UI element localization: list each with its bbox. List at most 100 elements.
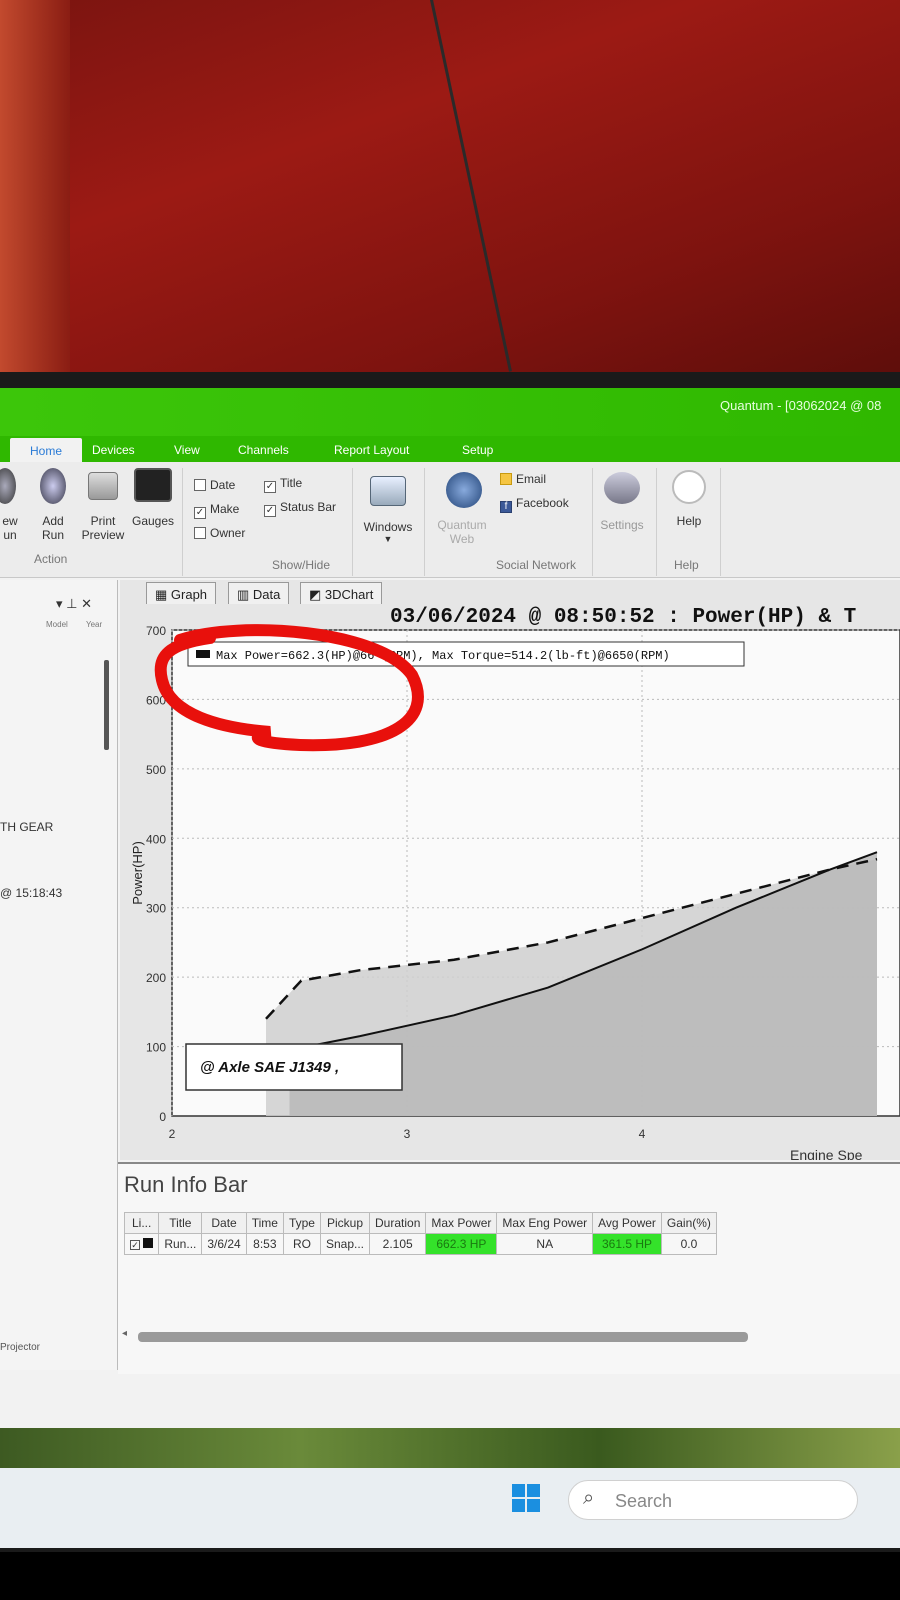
action-group-label: Action [34,552,68,566]
table-icon: ▥ [237,587,253,602]
table-row[interactable]: ✓ Run... 3/6/24 8:53 RO Snap... 2.105 662.3 HP… [123,1233,717,1255]
checkbox-status-bar[interactable]: ✓ Status Bar [264,500,336,517]
separator [352,468,353,576]
add-run-label: Add Run [41,514,64,542]
horizontal-scrollbar[interactable] [138,1332,748,1342]
ribbon: ew un Add Run Print Preview Gauges Actio… [0,462,900,578]
col-model[interactable]: Model [46,620,68,629]
column-header[interactable]: Type [282,1212,321,1234]
taskbar-search[interactable]: ⌕ Search [568,1480,858,1520]
column-header[interactable]: Duration [369,1212,427,1234]
email-button[interactable]: Email [500,472,546,486]
checkbox-date[interactable]: Date [194,478,235,492]
col-year[interactable]: Year [86,620,102,629]
column-header[interactable]: Max Power [425,1212,498,1234]
new-run-icon[interactable] [0,468,16,504]
taskbar: ⌕ Search [0,1468,900,1548]
facebook-button[interactable]: f Facebook [500,496,569,513]
email-icon [500,473,512,485]
tab-devices[interactable]: Devices [92,443,135,457]
app-window: Quantum - [03062024 @ 08 Home Devices Vi… [0,388,900,1548]
separator [592,468,593,576]
run-gear-label[interactable]: TH GEAR [0,820,53,834]
column-header[interactable]: Max Eng Power [496,1212,594,1234]
windows-icon[interactable] [370,476,406,506]
table-cell: 3/6/24 [201,1233,247,1255]
column-header[interactable]: Pickup [319,1212,371,1234]
y-tick-label: 100 [146,1041,166,1055]
title-bar: Quantum - [03062024 @ 08 [0,388,900,436]
x-axis-label: Engine Spe [790,1147,863,1160]
gauges-label: Gauges [131,514,175,528]
tab-report-layout[interactable]: Report Layout [334,443,409,457]
y-tick-label: 400 [146,832,166,846]
help-group-label: Help [674,558,699,572]
chart-title: 03/06/2024 @ 08:50:52 : Power(HP) & T [390,606,856,629]
globe-icon[interactable] [446,472,482,508]
print-preview-label: Print Preview [81,514,125,542]
add-run-icon[interactable] [40,468,66,504]
chevron-down-icon[interactable]: ▼ [380,534,396,544]
run-info-bar: Run Info Bar Li... Title Date Time Type Picku… [118,1162,900,1374]
red-circle-annotation [154,624,424,752]
projector-tab[interactable]: Projector [0,1342,40,1353]
search-icon: ⌕ [583,1487,595,1509]
wall-background [0,0,900,400]
tab-graph[interactable]: ▦ Graph [146,582,217,604]
social-group-label: Social Network [496,558,577,572]
separator [720,468,721,576]
help-icon[interactable] [672,470,706,504]
window-title: Quantum - [03062024 @ 08 [720,398,882,413]
separator [656,468,657,576]
tab-channels[interactable]: Channels [238,443,289,457]
runs-panel: ▾ ⊥ ✕ Model Year TH GEAR @ 15:18:43 Proj… [0,580,118,1370]
graph-icon: ▦ [155,587,171,602]
tab-home[interactable]: Home [10,438,83,462]
showhide-group-label: Show/Hide [272,558,331,572]
y-tick-label: 0 [159,1110,166,1124]
column-header[interactable]: Li... [123,1212,160,1234]
annotation-text: @ Axle SAE J1349 , [200,1059,339,1076]
y-tick-label: 300 [146,902,166,916]
windows-label[interactable]: Windows [358,520,418,534]
tab-view[interactable]: View [174,443,200,457]
scrollbar-thumb[interactable] [104,660,109,750]
settings-gear-icon[interactable] [604,472,640,504]
table-cell: 662.3 HP [425,1233,498,1255]
gauges-icon[interactable] [134,468,172,502]
tab-3dchart[interactable]: ◩ 3DChart [300,582,383,604]
photo-stage: { "window": { "title": "Quantum - [03062… [0,0,900,1600]
wall-edge [0,0,70,400]
column-header[interactable]: Date [201,1212,247,1234]
tab-data[interactable]: ▥ Data [228,582,290,604]
checkbox-make[interactable]: ✓ Make [194,502,239,519]
table-cell: Run... [158,1233,203,1255]
table-cell: RO [282,1233,321,1255]
column-header[interactable]: Title [158,1212,203,1234]
run-time-label[interactable]: @ 15:18:43 [0,886,62,900]
column-header[interactable]: Time [245,1212,284,1234]
tab-setup[interactable]: Setup [462,443,493,457]
checkbox-owner[interactable]: Owner [194,526,245,540]
table-cell: NA [496,1233,594,1255]
checkbox-title[interactable]: ✓ Title [264,476,302,493]
x-tick-label: 3 [404,1127,411,1141]
help-label[interactable]: Help [666,514,712,528]
y-tick-label: 200 [146,971,166,985]
quantum-web-label[interactable]: Quantum Web [430,518,494,546]
y-axis-label: Power(HP) [130,841,145,905]
run-info-table: Li... Title Date Time Type Pickup Duration Max … [123,1212,717,1255]
scroll-left-icon[interactable]: ◂ [122,1328,127,1339]
settings-label[interactable]: Settings [596,518,648,532]
separator [424,468,425,576]
x-tick-label: 4 [639,1127,646,1141]
desktop-wallpaper [0,1428,900,1468]
column-header[interactable]: Avg Power [592,1212,662,1234]
separator [182,468,183,576]
panel-controls[interactable]: ▾ ⊥ ✕ [56,596,92,612]
table-cell: 0.0 [660,1233,717,1255]
new-run-label: ew un [2,514,18,542]
printer-icon[interactable] [88,472,118,500]
column-header[interactable]: Gain(%) [660,1212,717,1234]
windows-start-icon[interactable] [512,1484,540,1512]
